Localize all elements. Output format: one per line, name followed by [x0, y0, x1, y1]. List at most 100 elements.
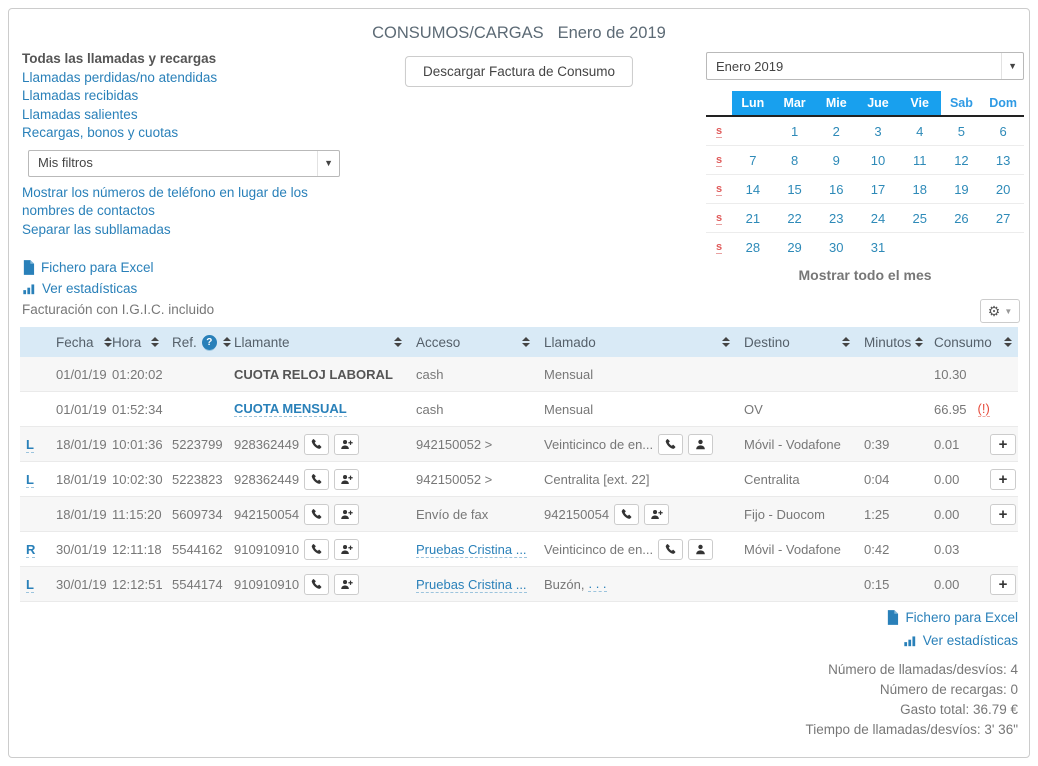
add-contact-button[interactable] — [334, 469, 359, 490]
calendar-day-link[interactable]: 26 — [954, 211, 968, 226]
month-select[interactable]: Enero 2019 ▼ — [706, 52, 1024, 80]
expand-row-button[interactable]: + — [990, 574, 1016, 595]
calendar-day-headers: LunMarMieJueVieSabDom — [706, 91, 1024, 117]
calendar-day-link[interactable]: 19 — [954, 182, 968, 197]
filter-outgoing-calls[interactable]: Llamadas salientes — [22, 106, 362, 125]
llamado-value: Centralita [ext. 22] — [544, 472, 650, 487]
add-contact-button[interactable] — [334, 434, 359, 455]
sort-icon[interactable] — [394, 337, 402, 347]
calendar-day-link[interactable]: 27 — [996, 211, 1010, 226]
filter-all-calls[interactable]: Todas las llamadas y recargas — [22, 50, 362, 69]
contact-button[interactable] — [688, 434, 713, 455]
table-settings-button[interactable]: ⚙ ▼ — [980, 299, 1020, 323]
page-title-month: Enero de 2019 — [558, 24, 666, 42]
sort-icon[interactable] — [104, 337, 112, 347]
expand-row-button[interactable]: + — [990, 504, 1016, 525]
calendar-day-link[interactable]: 29 — [787, 240, 801, 255]
acceso-link[interactable]: Pruebas Cristina ... — [416, 577, 527, 593]
week-summary-link[interactable]: s — [716, 125, 722, 138]
calendar-day-link[interactable]: 14 — [746, 182, 760, 197]
person-add-icon — [340, 543, 353, 556]
sort-icon[interactable] — [842, 337, 850, 347]
sort-icon[interactable] — [151, 337, 159, 347]
call-button[interactable] — [304, 469, 329, 490]
calendar-day-link[interactable]: 23 — [829, 211, 843, 226]
calendar-day-link[interactable]: 17 — [871, 182, 885, 197]
expand-row-button[interactable]: + — [990, 469, 1016, 490]
split-subcalls-link[interactable]: Separar las subllamadas — [22, 221, 352, 240]
calendar-day-link[interactable]: 13 — [996, 153, 1010, 168]
expand-row-button[interactable]: + — [990, 434, 1016, 455]
week-summary-link[interactable]: s — [716, 154, 722, 167]
add-contact-button[interactable] — [334, 504, 359, 525]
calendar-day-link[interactable]: 9 — [833, 153, 840, 168]
acceso-link[interactable]: Pruebas Cristina ... — [416, 542, 527, 558]
calendar-day-link[interactable]: 11 — [913, 153, 927, 168]
person-icon — [694, 543, 707, 556]
calendar-day-link[interactable]: 1 — [791, 124, 798, 139]
week-summary-link[interactable]: s — [716, 183, 722, 196]
calendar-day-link[interactable]: 31 — [871, 240, 885, 255]
cell-acceso: Pruebas Cristina ... — [416, 577, 544, 592]
calendar-day-link[interactable]: 7 — [749, 153, 756, 168]
calls-table: Fecha Hora Ref.? Llamante Acceso Llamado… — [20, 327, 1018, 602]
add-contact-button[interactable] — [334, 539, 359, 560]
calendar-day-link[interactable]: 6 — [1000, 124, 1007, 139]
calendar-day-link[interactable]: 3 — [874, 124, 881, 139]
filter-missed-calls[interactable]: Llamadas perdidas/no atendidas — [22, 69, 362, 88]
sort-icon[interactable] — [722, 337, 730, 347]
calendar-day-link[interactable]: 18 — [912, 182, 926, 197]
calendar-day-link[interactable]: 4 — [916, 124, 923, 139]
statistics-link-bottom[interactable]: Ver estadísticas — [886, 629, 1018, 652]
call-type-link[interactable]: L — [26, 437, 34, 453]
llamado-more-link[interactable]: . . . — [588, 576, 606, 592]
call-button[interactable] — [304, 574, 329, 595]
show-phone-numbers-link[interactable]: Mostrar los números de teléfono en lugar… — [22, 184, 352, 221]
calendar-day-link[interactable]: 10 — [871, 153, 885, 168]
calendar-day-link[interactable]: 2 — [833, 124, 840, 139]
statistics-link[interactable]: Ver estadísticas — [22, 278, 214, 299]
week-summary-link[interactable]: s — [716, 241, 722, 254]
week-summary-link[interactable]: s — [716, 212, 722, 225]
calendar-day-link[interactable]: 8 — [791, 153, 798, 168]
person-add-icon — [650, 508, 663, 521]
excel-export-link-bottom[interactable]: Fichero para Excel — [886, 606, 1018, 629]
call-type-link[interactable]: L — [26, 577, 34, 593]
consumo-warning-link[interactable]: (!) — [978, 401, 990, 417]
sort-icon[interactable] — [522, 337, 530, 347]
calendar-day-link[interactable]: 22 — [787, 211, 801, 226]
add-contact-button[interactable] — [644, 504, 669, 525]
contact-button[interactable] — [688, 539, 713, 560]
call-button[interactable] — [304, 504, 329, 525]
calendar-day-link[interactable]: 28 — [746, 240, 760, 255]
call-button[interactable] — [304, 434, 329, 455]
excel-export-label: Fichero para Excel — [41, 257, 154, 278]
calendar-day-link[interactable]: 21 — [746, 211, 760, 226]
calendar-day-link[interactable]: 30 — [829, 240, 843, 255]
show-whole-month-link[interactable]: Mostrar todo el mes — [706, 267, 1024, 283]
call-button[interactable] — [658, 434, 683, 455]
filter-received-calls[interactable]: Llamadas recibidas — [22, 87, 362, 106]
call-type-link[interactable]: L — [26, 472, 34, 488]
download-invoice-button[interactable]: Descargar Factura de Consumo — [405, 56, 633, 87]
calendar-day-link[interactable]: 15 — [787, 182, 801, 197]
call-type-link[interactable]: R — [26, 542, 35, 558]
calendar-day-link[interactable]: 20 — [996, 182, 1010, 197]
call-button[interactable] — [304, 539, 329, 560]
excel-export-link[interactable]: Fichero para Excel — [22, 257, 214, 278]
call-button[interactable] — [614, 504, 639, 525]
call-button[interactable] — [658, 539, 683, 560]
calendar-day-link[interactable]: 12 — [954, 153, 968, 168]
sort-icon[interactable] — [915, 337, 923, 347]
sort-icon[interactable] — [223, 337, 231, 347]
filter-recharges[interactable]: Recargas, bonos y cuotas — [22, 124, 362, 143]
add-contact-button[interactable] — [334, 574, 359, 595]
calendar-day-link[interactable]: 25 — [912, 211, 926, 226]
calendar-day-link[interactable]: 5 — [958, 124, 965, 139]
help-icon[interactable]: ? — [202, 335, 217, 350]
my-filters-select[interactable]: Mis filtros ▼ — [28, 150, 340, 177]
sort-icon[interactable] — [1004, 337, 1012, 347]
calendar-day-link[interactable]: 16 — [829, 182, 843, 197]
llamante-link[interactable]: CUOTA MENSUAL — [234, 401, 347, 417]
calendar-day-link[interactable]: 24 — [871, 211, 885, 226]
